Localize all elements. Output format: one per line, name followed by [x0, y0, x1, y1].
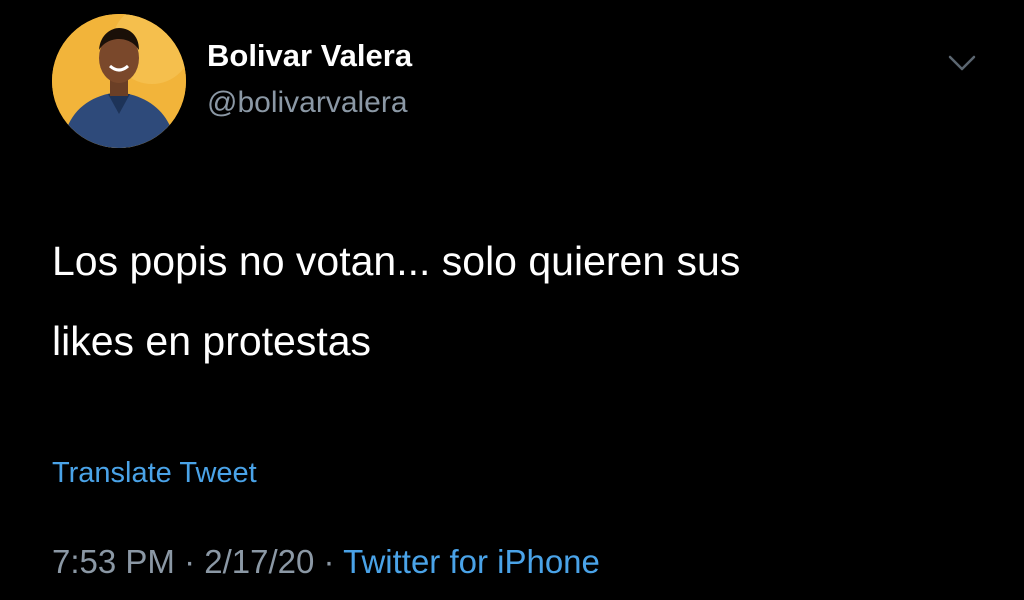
tweet-text: Los popis no votan... solo quieren sus l… [52, 222, 972, 382]
avatar[interactable] [52, 14, 186, 148]
separator: · [184, 543, 196, 580]
tweet-card: Bolivar Valera @bolivarvalera Los popis … [0, 0, 1024, 600]
tweet-text-line: Los popis no votan... solo quieren sus [52, 238, 741, 284]
tweet-source-link[interactable]: Twitter for iPhone [343, 543, 600, 580]
profile-photo-icon [52, 14, 186, 148]
author-name[interactable]: Bolivar Valera [207, 38, 412, 74]
tweet-metadata: 7:53 PM · 2/17/20 · Twitter for iPhone [52, 543, 600, 581]
author-handle[interactable]: @bolivarvalera [207, 86, 408, 120]
separator: · [323, 543, 335, 580]
translate-tweet-link[interactable]: Translate Tweet [52, 457, 257, 490]
tweet-date[interactable]: 2/17/20 [204, 543, 314, 580]
tweet-text-line: likes en protestas [52, 317, 372, 364]
tweet-time[interactable]: 7:53 PM [52, 543, 175, 580]
chevron-down-icon[interactable] [940, 46, 984, 80]
